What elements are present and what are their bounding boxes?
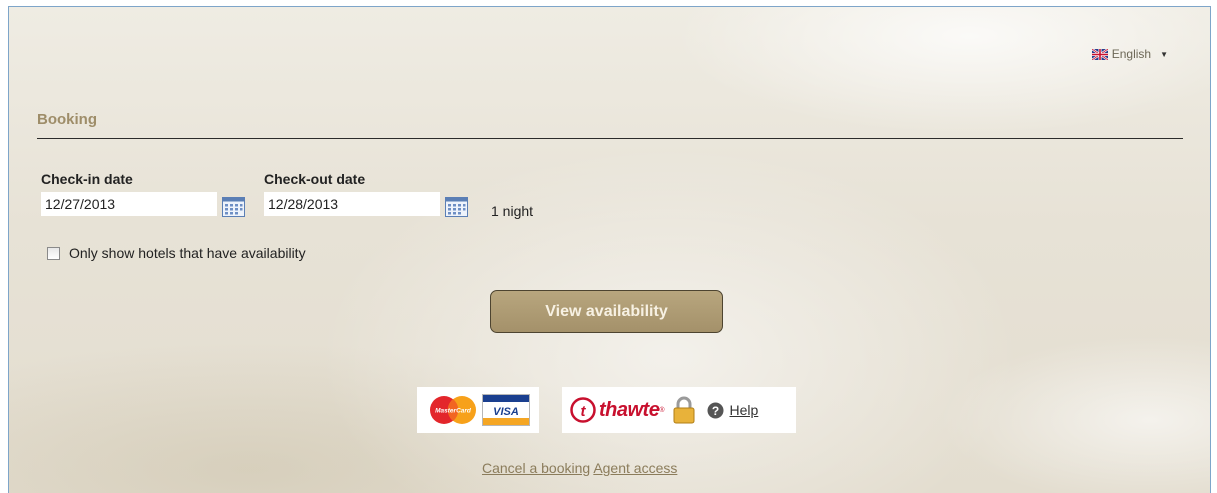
thawte-brand: thawte bbox=[599, 398, 660, 421]
caret-down-icon: ▼ bbox=[1160, 49, 1168, 59]
visa-text: VISA bbox=[493, 406, 519, 418]
svg-text:t: t bbox=[581, 403, 587, 420]
language-selector[interactable]: English ▼ bbox=[1091, 47, 1168, 61]
help-icon[interactable]: ? bbox=[707, 402, 724, 419]
nights-count: 1 night bbox=[491, 203, 534, 219]
mastercard-text: MasterCard bbox=[435, 408, 472, 415]
section-title: Booking bbox=[37, 111, 97, 128]
availability-checkbox[interactable] bbox=[47, 246, 60, 260]
availability-filter: Only show hotels that have availability bbox=[47, 245, 306, 261]
mastercard-icon: MasterCard bbox=[429, 396, 476, 424]
checkout-label: Check-out date bbox=[264, 171, 366, 187]
padlock-icon bbox=[673, 396, 695, 424]
help-link[interactable]: Help bbox=[730, 402, 759, 418]
view-availability-button[interactable]: View availability bbox=[490, 290, 723, 333]
calendar-icon[interactable] bbox=[445, 197, 468, 217]
svg-text:?: ? bbox=[711, 404, 718, 418]
payment-cards-badge: MasterCard VISA bbox=[417, 387, 539, 433]
footer-links: Cancel a booking Agent access bbox=[482, 460, 677, 476]
agent-access-link[interactable]: Agent access bbox=[593, 460, 677, 476]
language-label: English bbox=[1111, 47, 1152, 61]
security-badge: t thawte ® ? Help bbox=[562, 387, 796, 433]
checkin-label: Check-in date bbox=[41, 171, 133, 187]
thawte-logo-icon: t bbox=[570, 397, 596, 423]
calendar-icon[interactable] bbox=[222, 197, 245, 217]
booking-panel: English ▼ Booking Check-in date Check-ou… bbox=[8, 6, 1211, 493]
visa-icon: VISA bbox=[481, 394, 530, 426]
cancel-booking-link[interactable]: Cancel a booking bbox=[482, 460, 590, 476]
checkout-date-input[interactable] bbox=[264, 192, 440, 216]
checkin-date-input[interactable] bbox=[41, 192, 217, 216]
availability-label: Only show hotels that have availability bbox=[69, 245, 306, 261]
divider bbox=[37, 138, 1183, 139]
uk-flag-icon bbox=[1091, 48, 1108, 60]
